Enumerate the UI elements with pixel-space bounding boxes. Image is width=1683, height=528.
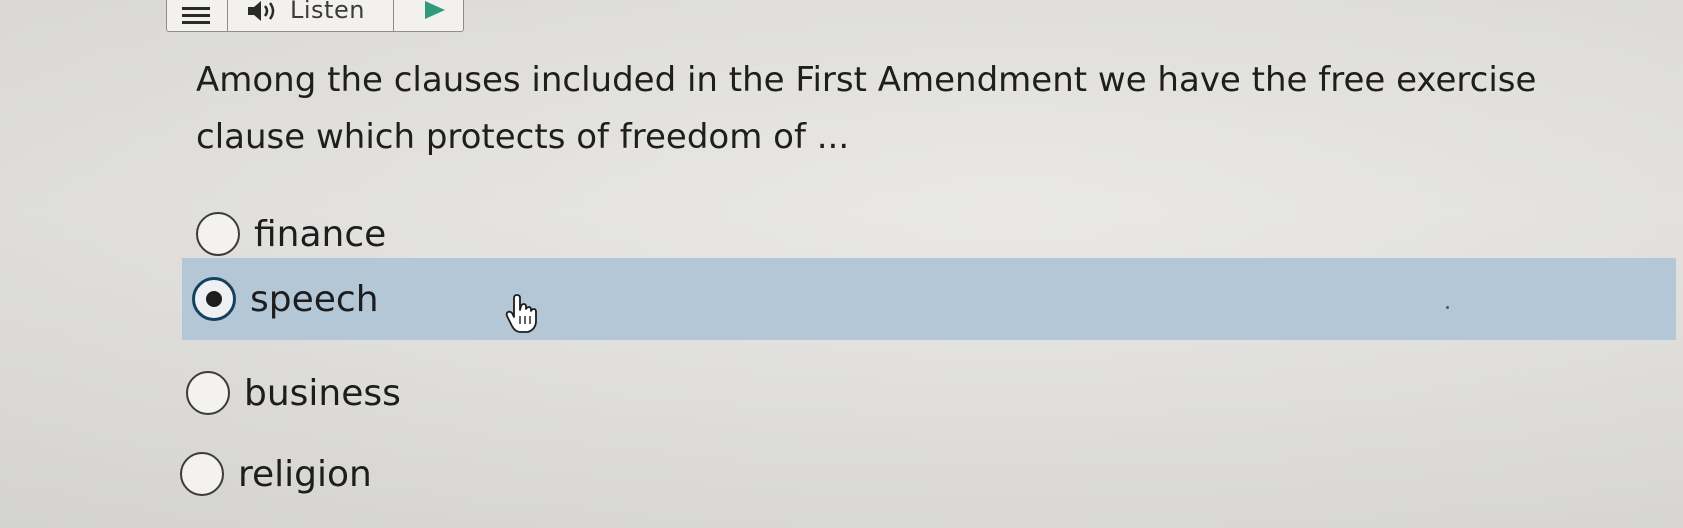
option-label: speech [250, 278, 379, 320]
listen-button[interactable]: Listen [228, 0, 394, 31]
option-speech[interactable]: speech [182, 258, 1676, 340]
radio-button-selected[interactable] [192, 277, 236, 321]
option-label: finance [254, 213, 387, 255]
question-text: Among the clauses included in the First … [196, 60, 1537, 157]
option-label: business [244, 372, 401, 414]
listen-label: Listen [290, 0, 365, 24]
menu-button[interactable] [167, 0, 228, 31]
radio-button[interactable] [186, 371, 230, 415]
play-icon [425, 1, 445, 19]
option-label: religion [238, 453, 372, 495]
hand-pointer-icon [505, 294, 537, 333]
option-business[interactable]: business [186, 371, 401, 415]
hamburger-menu-icon [182, 7, 210, 28]
radio-button[interactable] [196, 212, 240, 256]
play-button[interactable] [394, 0, 463, 31]
radio-button[interactable] [180, 452, 224, 496]
option-finance[interactable]: finance [196, 212, 386, 256]
screen-speck [1446, 306, 1449, 309]
radio-dot [206, 291, 222, 307]
speaker-icon [248, 1, 275, 21]
toolbar: Listen [166, 0, 464, 32]
option-religion[interactable]: religion [180, 452, 372, 496]
